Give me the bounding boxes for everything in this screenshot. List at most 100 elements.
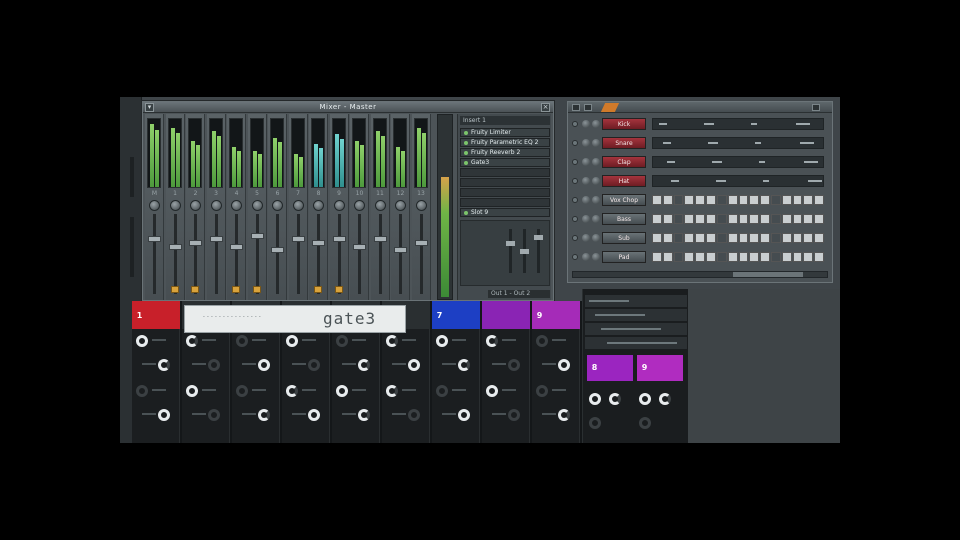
- volume-fader[interactable]: [291, 236, 305, 243]
- slot-enable-icon[interactable]: [464, 161, 468, 165]
- module-knob[interactable]: [609, 393, 621, 405]
- fx-slot[interactable]: Fruity Reeverb 2: [460, 148, 550, 157]
- fx-output-select[interactable]: Out 1 - Out 2: [488, 290, 550, 298]
- channel-name-button[interactable]: Snare: [602, 137, 646, 149]
- pan-knob[interactable]: [149, 200, 160, 211]
- pan-knob[interactable]: [354, 200, 365, 211]
- channel-volume-knob[interactable]: [592, 177, 600, 185]
- module-knob[interactable]: [358, 359, 370, 371]
- step-button[interactable]: [760, 195, 770, 205]
- send-switch[interactable]: [314, 286, 322, 293]
- channel-mute-button[interactable]: [572, 235, 578, 241]
- mixer-track[interactable]: M: [145, 114, 164, 300]
- module-knob[interactable]: [436, 385, 448, 397]
- module-knob[interactable]: [589, 417, 601, 429]
- channel-volume-knob[interactable]: [592, 139, 600, 147]
- step-button[interactable]: [684, 195, 695, 205]
- step-button[interactable]: [803, 214, 814, 224]
- mixer-track[interactable]: 5: [247, 114, 267, 300]
- step-button[interactable]: [760, 214, 770, 224]
- volume-fader[interactable]: [332, 236, 346, 243]
- mixer-titlebar[interactable]: Mixer - Master ▾ ×: [143, 102, 553, 113]
- channel-volume-knob[interactable]: [592, 253, 600, 261]
- module-knob[interactable]: [458, 359, 470, 371]
- step-button[interactable]: [792, 252, 803, 262]
- channel-pan-knob[interactable]: [582, 177, 590, 185]
- channel-pan-knob[interactable]: [582, 120, 590, 128]
- module-knob[interactable]: [558, 359, 570, 371]
- module-header[interactable]: 9: [532, 301, 580, 329]
- send-switch[interactable]: [232, 286, 240, 293]
- step-button[interactable]: [662, 233, 673, 243]
- step-button[interactable]: [770, 195, 781, 205]
- step-button[interactable]: [738, 214, 749, 224]
- send-switch[interactable]: [170, 286, 179, 293]
- fx-slot[interactable]: Fruity Limiter: [460, 128, 550, 137]
- mixer-track[interactable]: 13: [411, 114, 431, 300]
- piano-roll-preview[interactable]: [652, 118, 824, 130]
- volume-fader[interactable]: [353, 243, 366, 250]
- volume-fader[interactable]: [414, 239, 428, 246]
- channel-mute-button[interactable]: [572, 159, 578, 165]
- step-button[interactable]: [662, 214, 673, 224]
- mixer-track[interactable]: 3: [206, 114, 226, 300]
- fx-slot[interactable]: Fruity Parametric EQ 2: [460, 138, 550, 147]
- channel-mute-button[interactable]: [572, 216, 578, 222]
- step-button[interactable]: [684, 214, 695, 224]
- channel-pan-knob[interactable]: [582, 234, 590, 242]
- module-knob[interactable]: [659, 393, 671, 405]
- channel-mute-button[interactable]: [572, 178, 578, 184]
- step-button[interactable]: [662, 195, 673, 205]
- module-header[interactable]: [482, 301, 530, 329]
- mixer-track[interactable]: 10: [350, 114, 369, 300]
- eq-slider-cap[interactable]: [520, 249, 529, 254]
- module-knob[interactable]: [336, 335, 348, 347]
- channel-name-button[interactable]: Hat: [602, 175, 646, 187]
- step-button[interactable]: [792, 233, 803, 243]
- send-switch[interactable]: [334, 286, 343, 293]
- module-knob[interactable]: [536, 335, 548, 347]
- channel-pan-knob[interactable]: [582, 139, 590, 147]
- piano-roll-preview[interactable]: [652, 156, 824, 168]
- channel-volume-knob[interactable]: [592, 234, 600, 242]
- step-button[interactable]: [716, 195, 727, 205]
- pan-knob[interactable]: [251, 200, 263, 211]
- step-button[interactable]: [781, 233, 792, 243]
- step-button[interactable]: [749, 214, 760, 224]
- channel-pan-knob[interactable]: [582, 253, 590, 261]
- channel-name-button[interactable]: Clap: [602, 156, 646, 168]
- slot-enable-icon[interactable]: [464, 151, 468, 155]
- sequencer-filter-icon[interactable]: [584, 104, 592, 111]
- pan-knob[interactable]: [231, 200, 242, 211]
- module-knob[interactable]: [286, 335, 298, 347]
- module-knob[interactable]: [358, 409, 370, 421]
- step-button[interactable]: [781, 252, 792, 262]
- channel-mute-button[interactable]: [572, 121, 578, 127]
- volume-fader[interactable]: [250, 232, 264, 239]
- mixer-menu-button[interactable]: ▾: [145, 103, 154, 112]
- module-knob[interactable]: [408, 359, 420, 371]
- step-button[interactable]: [695, 252, 706, 262]
- module-knob[interactable]: [589, 393, 601, 405]
- step-button[interactable]: [814, 252, 824, 262]
- step-button[interactable]: [781, 214, 792, 224]
- channel-volume-knob[interactable]: [592, 196, 600, 204]
- step-button[interactable]: [749, 233, 760, 243]
- step-button[interactable]: [738, 233, 749, 243]
- fx-slot[interactable]: Slot 9: [460, 208, 550, 217]
- step-button[interactable]: [706, 195, 716, 205]
- step-button[interactable]: [760, 252, 770, 262]
- module-knob[interactable]: [158, 409, 170, 421]
- volume-fader[interactable]: [209, 236, 223, 243]
- fx-slot[interactable]: [460, 188, 550, 197]
- module-knob[interactable]: [639, 393, 651, 405]
- module-knob[interactable]: [436, 335, 448, 347]
- volume-fader[interactable]: [230, 243, 243, 250]
- channel-pan-knob[interactable]: [582, 196, 590, 204]
- step-button[interactable]: [706, 214, 716, 224]
- module-knob[interactable]: [308, 359, 320, 371]
- step-button[interactable]: [770, 233, 781, 243]
- pan-knob[interactable]: [210, 200, 222, 211]
- eq-slider-cap[interactable]: [506, 241, 515, 246]
- fx-slot[interactable]: [460, 168, 550, 177]
